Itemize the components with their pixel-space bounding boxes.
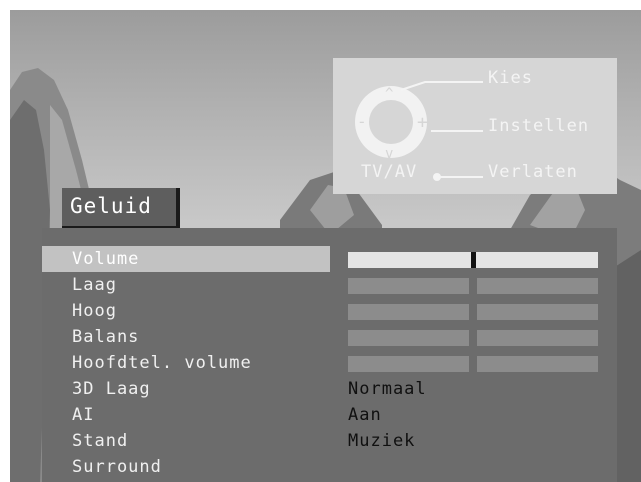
help-exit-label: Verlaten (488, 162, 578, 182)
mode-value: Muziek (348, 431, 416, 451)
menu-item-laag[interactable]: Laag (42, 272, 330, 298)
treble-slider[interactable] (348, 304, 598, 320)
menu-item-3d-bass[interactable]: 3D Laag (42, 376, 330, 402)
menu-item-headphone-volume[interactable]: Hoofdtel. volume (42, 350, 330, 376)
menu-title: Geluid (70, 194, 152, 218)
bass-slider[interactable] (348, 278, 598, 294)
menu-title-tab: Geluid (62, 188, 180, 230)
tv-screen: ^ v - + Kies Instellen TV/AV Verlaten Ge… (10, 10, 641, 482)
menu-item-label: Laag (72, 275, 117, 295)
volume-slider[interactable] (348, 252, 598, 268)
svg-text:+: + (417, 112, 428, 133)
svg-text:v: v (385, 146, 393, 162)
help-adjust-label: Instellen (488, 116, 590, 136)
menu-item-label: 3D Laag (72, 379, 151, 399)
menu-item-ai[interactable]: AI (42, 402, 330, 428)
menu-item-volume[interactable]: Volume (42, 246, 330, 272)
headphone-volume-slider[interactable] (348, 356, 598, 372)
menu-item-label: Stand (72, 431, 129, 451)
ai-value: Aan (348, 405, 382, 425)
svg-text:^: ^ (385, 86, 393, 102)
sound-menu: Volume Laag Hoog Balans Hoofdtel. volume… (42, 228, 617, 482)
balance-slider[interactable] (348, 330, 598, 346)
menu-item-label: AI (72, 405, 95, 425)
volume-slider-handle[interactable] (471, 252, 476, 268)
menu-item-mode[interactable]: Stand (42, 428, 330, 454)
menu-item-label: Volume (72, 249, 140, 269)
menu-item-label: Surround (72, 457, 162, 477)
menu-item-label: Hoog (72, 301, 117, 321)
menu-item-label: Balans (72, 327, 140, 347)
menu-item-label: Hoofdtel. volume (72, 353, 252, 373)
help-tvav-button-label: TV/AV (361, 162, 418, 182)
remote-help-panel: ^ v - + Kies Instellen TV/AV Verlaten (333, 58, 617, 194)
menu-item-balans[interactable]: Balans (42, 324, 330, 350)
svg-text:-: - (357, 112, 367, 131)
help-select-label: Kies (488, 68, 533, 88)
3d-bass-value: Normaal (348, 379, 427, 399)
menu-item-surround[interactable]: Surround (42, 454, 330, 480)
menu-item-hoog[interactable]: Hoog (42, 298, 330, 324)
